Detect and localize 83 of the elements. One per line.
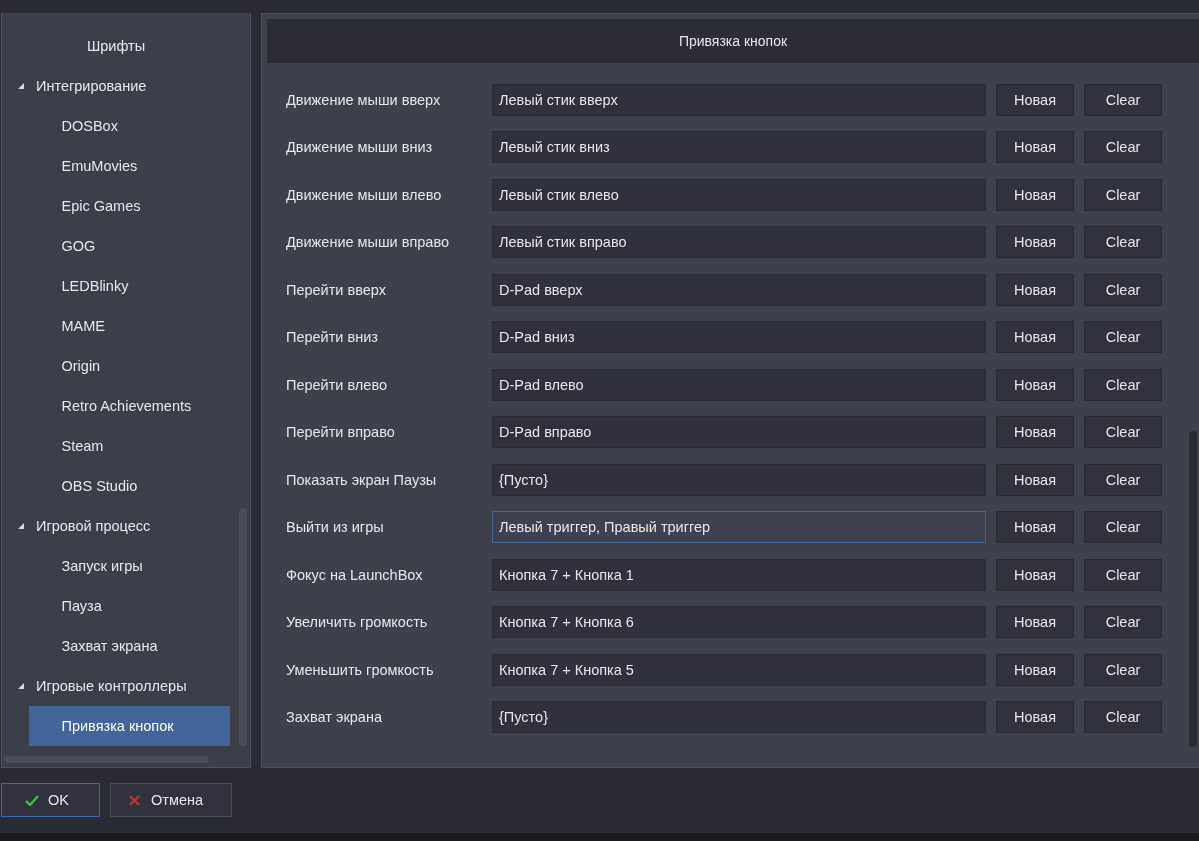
new-binding-button[interactable]: Новая — [996, 416, 1074, 449]
binding-field[interactable]: D-Pad вниз — [492, 321, 986, 354]
tree-item[interactable]: Origin — [28, 346, 230, 386]
tree-item[interactable]: EmuMovies — [28, 146, 230, 186]
new-binding-button[interactable]: Новая — [996, 368, 1074, 401]
action-label: Захват экрана — [286, 709, 383, 726]
binding-field[interactable]: {Пусто} — [492, 701, 986, 734]
tree-item[interactable]: Интегрирование — [3, 66, 230, 106]
new-binding-button[interactable]: Новая — [996, 83, 1074, 116]
expand-arrow-icon[interactable] — [18, 523, 24, 529]
cross-icon — [129, 794, 140, 806]
new-binding-button[interactable]: Новая — [996, 606, 1074, 639]
action-label: Увеличить громкость — [286, 614, 429, 631]
panel-title: Привязка кнопок — [678, 33, 788, 49]
action-label: Перейти вверх — [286, 281, 387, 298]
binding-field[interactable]: {Пусто} — [492, 463, 986, 496]
binding-field[interactable]: Кнопка 7 + Кнопка 6 — [492, 606, 986, 639]
clear-button[interactable]: Clear — [1084, 606, 1162, 639]
binding-field[interactable]: Левый триггер, Правый триггер — [492, 511, 986, 544]
tree-item[interactable]: OBS Studio — [28, 466, 230, 506]
clear-button[interactable]: Clear — [1084, 83, 1162, 116]
tree-item[interactable]: MAME — [28, 306, 230, 346]
new-binding-button[interactable]: Новая — [996, 178, 1074, 211]
new-binding-button[interactable]: Новая — [996, 653, 1074, 686]
binding-field[interactable]: Левый стик влево — [492, 178, 986, 211]
action-label: Движение мыши вниз — [286, 139, 434, 156]
new-binding-button[interactable]: Новая — [996, 226, 1074, 259]
tree-item[interactable]: LEDBlinky — [28, 266, 230, 306]
tree-item[interactable]: Шрифты — [54, 26, 230, 66]
tree-item[interactable]: Привязка кнопок — [28, 706, 230, 746]
clear-button[interactable]: Clear — [1084, 701, 1162, 734]
clear-button[interactable]: Clear — [1084, 463, 1162, 496]
action-label: Движение мыши вправо — [286, 234, 451, 251]
clear-button[interactable]: Clear — [1084, 368, 1162, 401]
new-binding-button[interactable]: Новая — [996, 558, 1074, 591]
new-binding-button[interactable]: Новая — [996, 511, 1074, 544]
tree-item[interactable]: Retro Achievements — [28, 386, 230, 426]
new-binding-button[interactable]: Новая — [996, 463, 1074, 496]
tree-item[interactable]: Epic Games — [28, 186, 230, 226]
action-label: Перейти вниз — [286, 329, 379, 346]
binding-field[interactable]: D-Pad влево — [492, 368, 986, 401]
new-binding-button[interactable]: Новая — [996, 273, 1074, 306]
clear-button[interactable]: Clear — [1084, 653, 1162, 686]
expand-arrow-icon[interactable] — [18, 683, 24, 689]
tree-item[interactable]: DOSBox — [28, 106, 230, 146]
binding-field[interactable]: Кнопка 7 + Кнопка 5 — [492, 653, 986, 686]
clear-button[interactable]: Clear — [1084, 511, 1162, 544]
action-label: Показать экран Паузы — [286, 471, 438, 488]
binding-field[interactable]: D-Pad вправо — [492, 416, 986, 449]
new-binding-button[interactable]: Новая — [996, 701, 1074, 734]
tree-item[interactable]: Steam — [28, 426, 230, 466]
clear-button[interactable]: Clear — [1084, 178, 1162, 211]
tree-item[interactable]: Пауза — [28, 586, 230, 626]
binding-field[interactable]: D-Pad вверх — [492, 273, 986, 306]
clear-button[interactable]: Clear — [1084, 273, 1162, 306]
action-label: Движение мыши влево — [286, 186, 443, 203]
new-binding-button[interactable]: Новая — [996, 321, 1074, 354]
action-label: Фокус на LaunchBox — [286, 566, 424, 583]
clear-button[interactable]: Clear — [1084, 416, 1162, 449]
expand-arrow-icon[interactable] — [18, 83, 24, 89]
tree-item[interactable]: GOG — [28, 226, 230, 266]
binding-field[interactable]: Левый стик вверх — [492, 83, 986, 116]
ok-button[interactable]: OK — [1, 783, 100, 817]
check-icon — [25, 794, 39, 806]
tree-item[interactable]: Захват экрана — [28, 626, 230, 666]
scrollbar-thumb[interactable] — [1189, 431, 1197, 747]
new-binding-button[interactable]: Новая — [996, 131, 1074, 164]
action-label: Перейти вправо — [286, 424, 396, 441]
action-label: Уменьшить громкость — [286, 661, 435, 678]
tree-item[interactable]: Игровые контроллеры — [3, 666, 230, 706]
clear-button[interactable]: Clear — [1084, 131, 1162, 164]
tree-item[interactable]: Запуск игры — [28, 546, 230, 586]
clear-button[interactable]: Clear — [1084, 321, 1162, 354]
clear-button[interactable]: Clear — [1084, 558, 1162, 591]
clear-button[interactable]: Clear — [1084, 226, 1162, 259]
action-label: Перейти влево — [286, 376, 388, 393]
action-label: Движение мыши вверх — [286, 91, 442, 108]
binding-field[interactable]: Левый стик вниз — [492, 131, 986, 164]
action-label: Выйти из игры — [286, 519, 385, 536]
binding-field[interactable]: Кнопка 7 + Кнопка 1 — [492, 558, 986, 591]
cancel-button[interactable]: Отмена — [110, 783, 232, 817]
tree-item[interactable]: Игровой процесс — [3, 506, 230, 546]
binding-field[interactable]: Левый стик вправо — [492, 226, 986, 259]
